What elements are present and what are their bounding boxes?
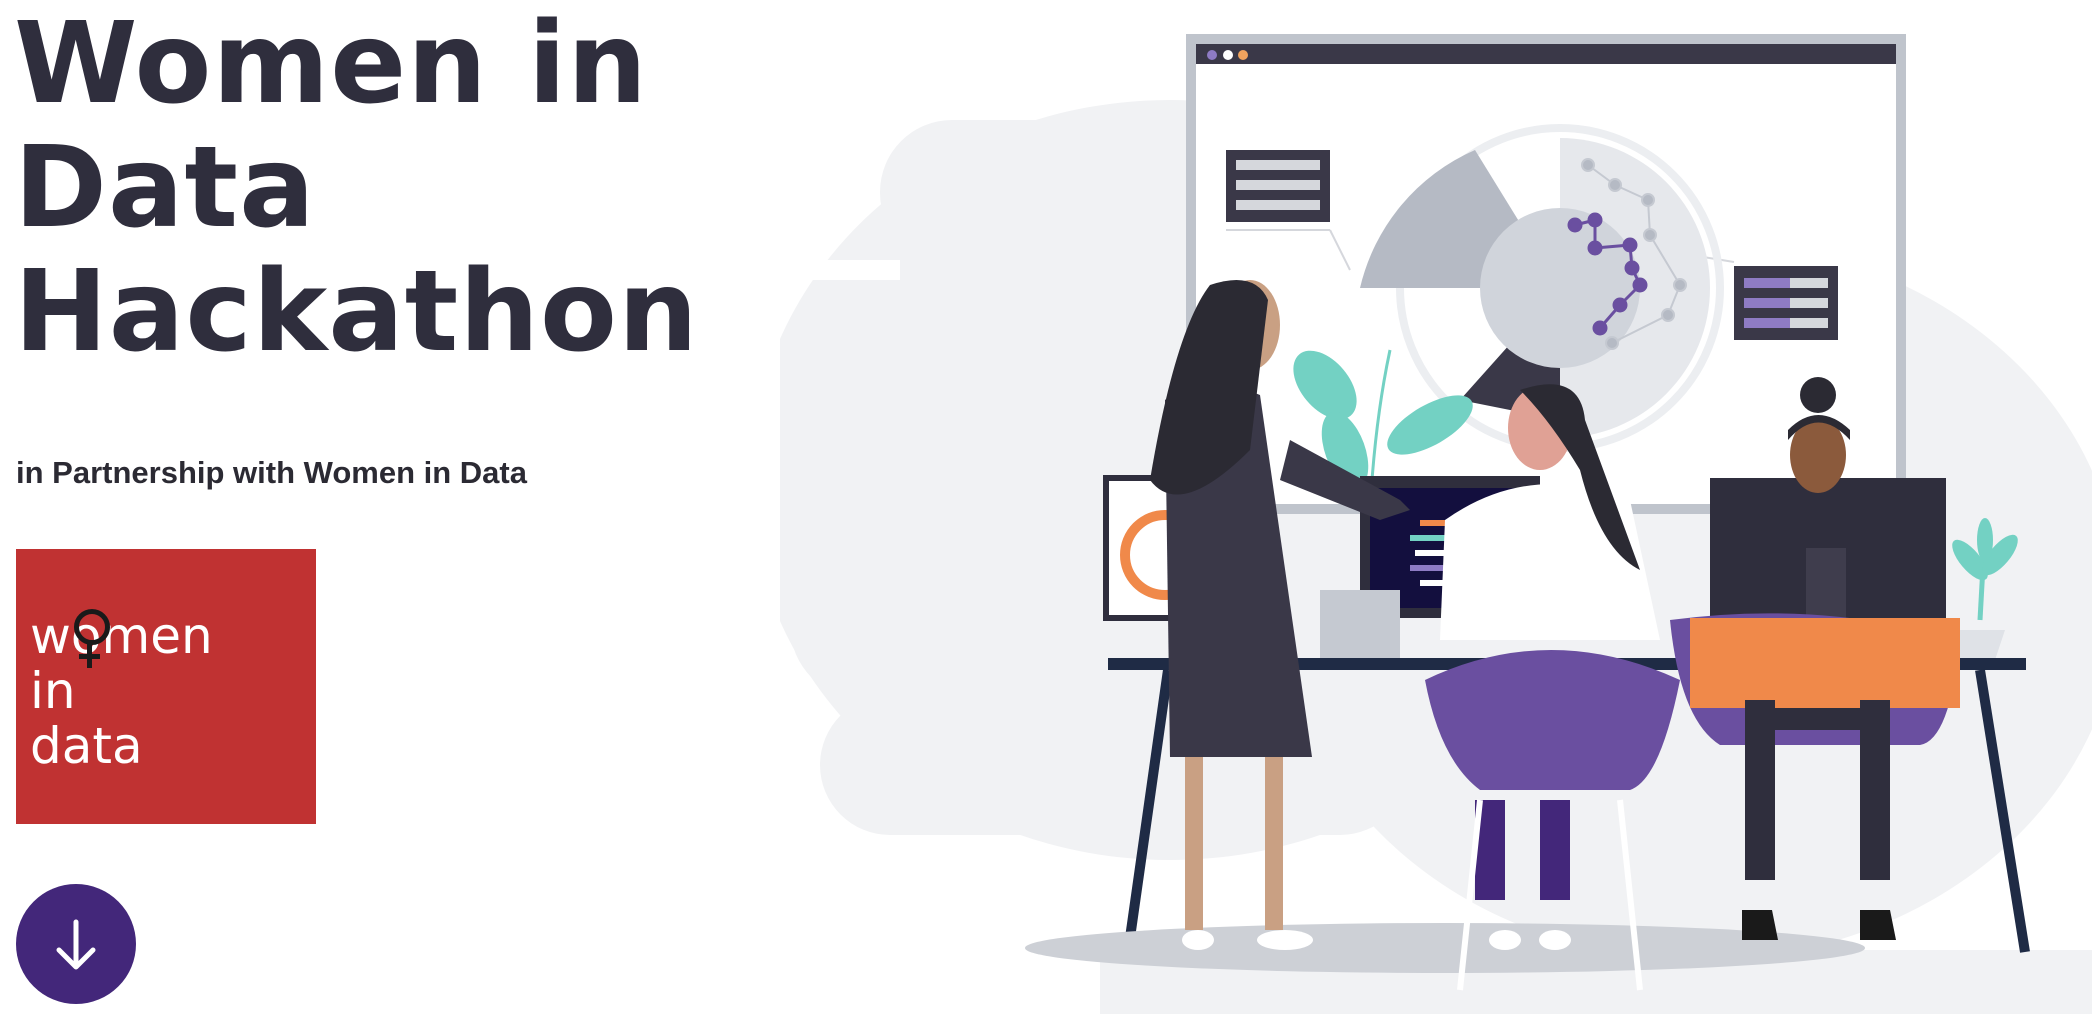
logo-line-in: in [30, 662, 76, 720]
arrow-down-icon [56, 919, 96, 970]
cloud-gaps [780, 260, 900, 280]
hero-title-line-3: Hackathon [14, 247, 699, 377]
scroll-down-button[interactable] [16, 884, 136, 1004]
hero-title-line-2: Data [14, 123, 316, 253]
venus-symbol-icon [74, 609, 110, 645]
venus-symbol-bar [79, 654, 100, 659]
hero-title: Women in Data Hackathon [14, 2, 774, 374]
hero-title-line-1: Women in [14, 0, 649, 129]
women-in-data-logo[interactable]: women in data [16, 549, 316, 824]
logo-line-women: women [30, 607, 213, 665]
hero-subtitle: in Partnership with Women in Data [16, 455, 527, 490]
team-working-illustration [780, 34, 2092, 1014]
logo-wordmark: women in data [30, 609, 213, 774]
logo-line-data: data [30, 717, 143, 775]
